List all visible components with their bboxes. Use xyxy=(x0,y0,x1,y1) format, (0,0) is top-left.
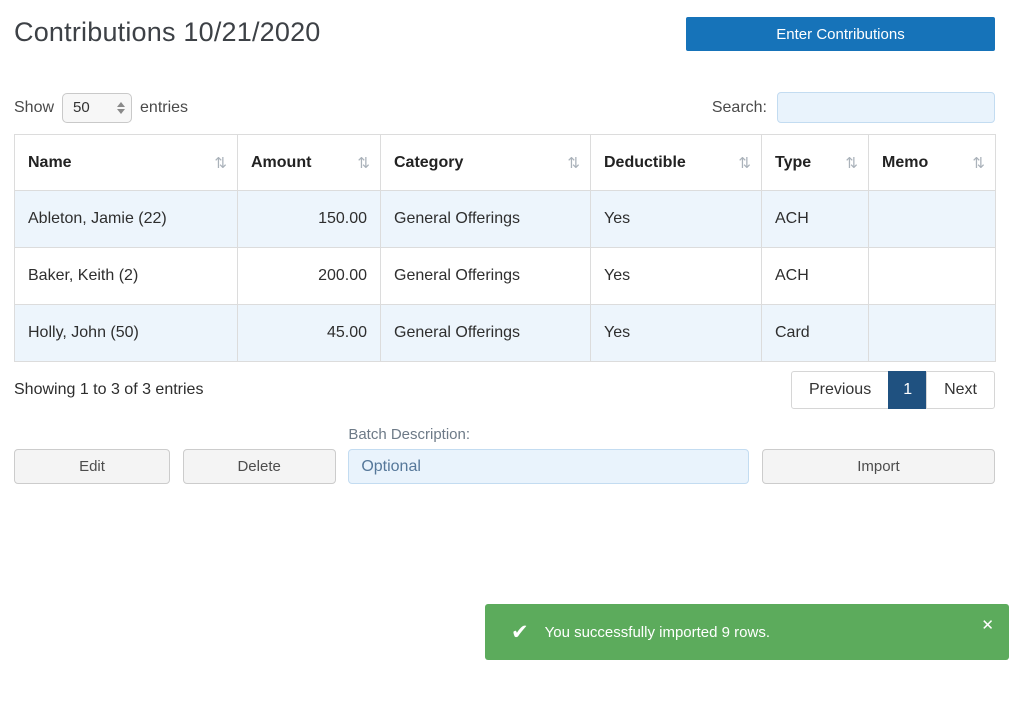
sort-icon: ⇅ xyxy=(357,154,370,172)
check-icon: ✔ xyxy=(511,620,529,644)
table-row[interactable]: Holly, John (50) 45.00 General Offerings… xyxy=(14,304,996,362)
edit-button[interactable]: Edit xyxy=(14,449,170,484)
column-header-name[interactable]: Name ⇅ xyxy=(14,134,238,191)
column-header-memo[interactable]: Memo ⇅ xyxy=(868,134,996,191)
cell-type: ACH xyxy=(761,190,869,248)
page-title: Contributions 10/21/2020 xyxy=(14,17,321,47)
column-label: Amount xyxy=(251,153,312,171)
table-header: Name ⇅ Amount ⇅ Category ⇅ Deductible ⇅ xyxy=(14,134,996,191)
page-number-button[interactable]: 1 xyxy=(888,371,928,409)
cell-amount: 200.00 xyxy=(237,247,381,305)
pagination: Previous 1 Next xyxy=(790,371,995,409)
cell-name: Baker, Keith (2) xyxy=(14,247,238,305)
page-length-control: Show 50 entries xyxy=(14,92,189,123)
sort-icon: ⇅ xyxy=(738,154,751,172)
page-header: Contributions 10/21/2020 Enter Contribut… xyxy=(14,15,995,51)
column-header-amount[interactable]: Amount ⇅ xyxy=(237,134,381,191)
cell-amount: 150.00 xyxy=(237,190,381,248)
sort-icon: ⇅ xyxy=(567,154,580,172)
cell-deductible: Yes xyxy=(590,190,762,248)
table-body: Ableton, Jamie (22) 150.00 General Offer… xyxy=(14,190,996,362)
column-label: Type xyxy=(775,153,812,171)
column-label: Category xyxy=(394,153,464,171)
column-label: Deductible xyxy=(604,153,686,171)
previous-page-button[interactable]: Previous xyxy=(790,371,890,409)
main-content: Contributions 10/21/2020 Enter Contribut… xyxy=(14,0,996,484)
cell-amount: 45.00 xyxy=(237,304,381,362)
cell-type: ACH xyxy=(761,247,869,305)
table-footer: Showing 1 to 3 of 3 entries Previous 1 N… xyxy=(14,371,995,409)
search-input[interactable] xyxy=(777,92,995,123)
batch-description-label: Batch Description: xyxy=(348,426,471,443)
table-row[interactable]: Baker, Keith (2) 200.00 General Offering… xyxy=(14,247,996,305)
contributions-table: Name ⇅ Amount ⇅ Category ⇅ Deductible ⇅ xyxy=(14,134,996,362)
enter-contributions-button[interactable]: Enter Contributions xyxy=(686,17,995,51)
column-header-type[interactable]: Type ⇅ xyxy=(761,134,869,191)
import-button[interactable]: Import xyxy=(761,449,995,484)
next-page-button[interactable]: Next xyxy=(926,371,995,409)
cell-memo xyxy=(868,190,996,248)
search-control: Search: xyxy=(712,92,995,123)
entries-label: entries xyxy=(140,98,189,116)
cell-category: General Offerings xyxy=(380,190,591,248)
cell-name: Holly, John (50) xyxy=(14,304,238,362)
sort-icon: ⇅ xyxy=(972,154,985,172)
column-header-deductible[interactable]: Deductible ⇅ xyxy=(590,134,762,191)
table-row[interactable]: Ableton, Jamie (22) 150.00 General Offer… xyxy=(14,190,996,248)
page-length-select-wrap: 50 xyxy=(62,92,133,123)
cell-memo xyxy=(868,304,996,362)
page-length-select[interactable]: 50 xyxy=(62,92,133,123)
cell-deductible: Yes xyxy=(590,304,762,362)
contributions-page: Contributions 10/21/2020 Enter Contribut… xyxy=(0,0,1024,701)
cell-type: Card xyxy=(761,304,869,362)
batch-actions: Edit Delete Batch Description: Import xyxy=(14,426,995,484)
delete-button[interactable]: Delete xyxy=(182,449,336,484)
batch-description-input[interactable] xyxy=(348,449,750,484)
cell-memo xyxy=(868,247,996,305)
show-label: Show xyxy=(14,98,55,116)
column-header-category[interactable]: Category ⇅ xyxy=(380,134,591,191)
showing-entries-text: Showing 1 to 3 of 3 entries xyxy=(14,381,204,398)
close-icon[interactable]: ✕ xyxy=(981,618,994,633)
sort-icon: ⇅ xyxy=(845,154,858,172)
search-label: Search: xyxy=(711,98,767,116)
column-label: Name xyxy=(28,153,72,171)
toast-message: You successfully imported 9 rows. xyxy=(544,623,770,641)
sort-icon: ⇅ xyxy=(214,154,227,172)
cell-deductible: Yes xyxy=(590,247,762,305)
success-toast: ✔ You successfully imported 9 rows. ✕ xyxy=(485,604,1009,660)
cell-name: Ableton, Jamie (22) xyxy=(14,190,238,248)
column-label: Memo xyxy=(882,153,929,171)
cell-category: General Offerings xyxy=(380,304,591,362)
cell-category: General Offerings xyxy=(380,247,591,305)
table-controls: Show 50 entries Search: xyxy=(14,92,995,123)
batch-description-field: Batch Description: xyxy=(348,426,750,484)
